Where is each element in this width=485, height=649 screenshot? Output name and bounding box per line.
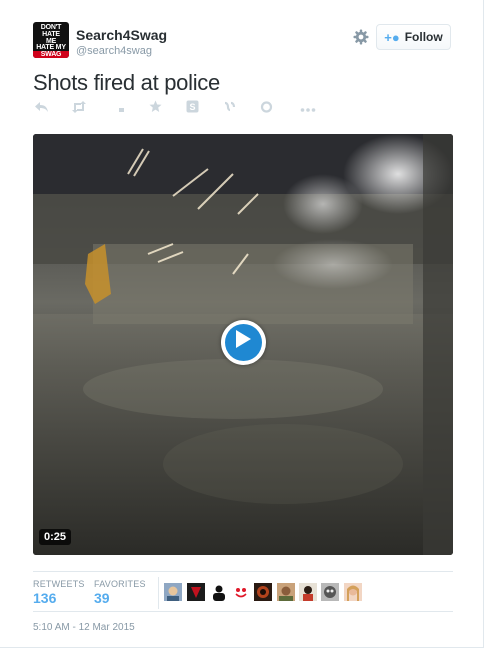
favorites-label: FAVORITES — [94, 579, 146, 589]
reply-icon[interactable] — [33, 100, 51, 118]
favoriter-avatar[interactable] — [299, 583, 317, 601]
favoriter-avatar[interactable] — [344, 583, 362, 601]
svg-text:S: S — [189, 102, 195, 112]
favorite-icon[interactable] — [146, 100, 164, 118]
tweet-text: Shots fired at police — [33, 70, 220, 95]
favoriter-avatar[interactable] — [254, 583, 272, 601]
favoriter-avatar[interactable] — [210, 583, 228, 601]
favoriter-avatar[interactable] — [187, 583, 205, 601]
sharing-icon[interactable]: S — [183, 100, 201, 118]
favoriter-avatar[interactable] — [232, 583, 250, 601]
vine-icon[interactable] — [220, 100, 238, 118]
divider — [33, 611, 453, 612]
follow-button[interactable]: +● Follow — [376, 24, 451, 50]
follow-label: Follow — [404, 30, 443, 44]
more-icon[interactable] — [299, 100, 317, 118]
retweets-count[interactable]: 136 — [33, 590, 56, 606]
retweets-label: RETWEETS — [33, 579, 85, 589]
avatar-text-2: HATE — [42, 31, 60, 38]
avatar[interactable]: DON'T HATE ME HATE MY SWAG — [33, 22, 69, 58]
avatar-text-4: HATE MY — [36, 44, 66, 51]
user-name[interactable]: Search4Swag — [76, 27, 167, 43]
person-add-icon: +● — [384, 29, 400, 45]
favoriter-avatar[interactable] — [164, 583, 182, 601]
tweet-card: DON'T HATE ME HATE MY SWAG Search4Swag @… — [0, 0, 484, 648]
retweet-icon[interactable] — [70, 100, 88, 118]
avatar-text-5: SWAG — [33, 51, 69, 58]
gear-icon[interactable] — [352, 28, 370, 46]
delete-icon[interactable] — [113, 100, 131, 118]
user-handle[interactable]: @search4swag — [76, 45, 152, 57]
divider — [158, 577, 159, 609]
link-icon[interactable] — [257, 100, 275, 118]
video-duration: 0:25 — [39, 529, 72, 545]
tweet-actions: S — [33, 100, 333, 118]
favorites-count[interactable]: 39 — [94, 590, 110, 606]
favoriter-avatar[interactable] — [321, 583, 339, 601]
play-icon — [236, 330, 251, 348]
play-button[interactable] — [221, 320, 266, 365]
favoriter-avatar[interactable] — [277, 583, 295, 601]
avatar-text-1: DON'T — [40, 24, 62, 31]
divider — [33, 571, 453, 572]
tweet-timestamp[interactable]: 5:10 AM - 12 Mar 2015 — [33, 622, 135, 633]
